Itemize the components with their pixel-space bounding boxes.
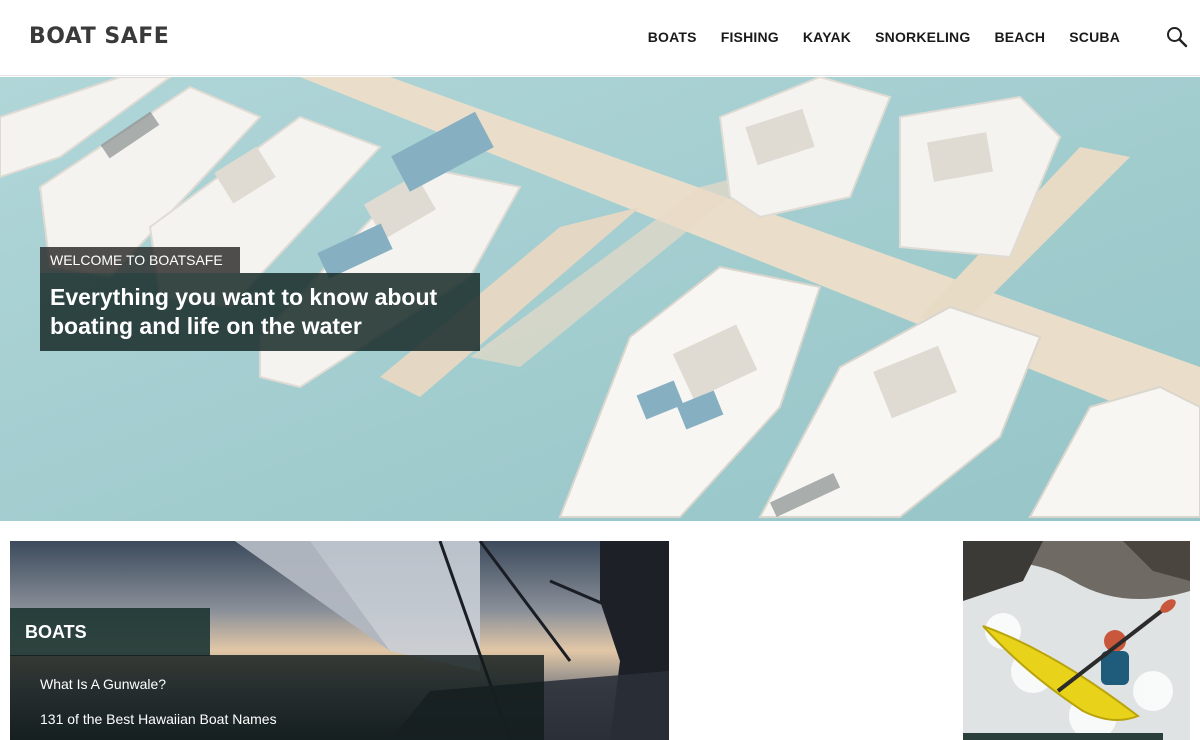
search-icon[interactable] (1166, 26, 1188, 48)
hero-banner: WELCOME TO BOATSAFE Everything you want … (0, 77, 1200, 521)
nav-item-beach[interactable]: BEACH (994, 29, 1045, 45)
nav-item-boats[interactable]: BOATS (648, 29, 697, 45)
article-link[interactable]: 131 of the Best Hawaiian Boat Names (40, 710, 544, 728)
hero-kicker: WELCOME TO BOATSAFE (40, 247, 240, 273)
main-nav: BOATS FISHING KAYAK SNORKELING BEACH SCU… (624, 29, 1120, 45)
hero-title[interactable]: Everything you want to know about boatin… (50, 283, 470, 341)
site-logo[interactable]: BOAT SAFE (29, 24, 169, 49)
article-link[interactable]: What Is A Gunwale? (40, 675, 544, 693)
kayak-image (963, 541, 1190, 740)
nav-item-snorkeling[interactable]: SNORKELING (875, 29, 970, 45)
boats-article-list: What Is A Gunwale? 131 of the Best Hawai… (10, 655, 544, 740)
kayak-category-card[interactable] (963, 541, 1190, 740)
hero-title-box: Everything you want to know about boatin… (40, 273, 480, 351)
nav-item-fishing[interactable]: FISHING (721, 29, 779, 45)
kayak-category-tag[interactable] (963, 733, 1163, 740)
nav-item-scuba[interactable]: SCUBA (1069, 29, 1120, 45)
site-header: BOAT SAFE BOATS FISHING KAYAK SNORKELING… (0, 0, 1200, 76)
boats-category-card: BOATS What Is A Gunwale? 131 of the Best… (10, 541, 669, 740)
nav-item-kayak[interactable]: KAYAK (803, 29, 851, 45)
boats-category-tag[interactable]: BOATS (10, 608, 210, 656)
